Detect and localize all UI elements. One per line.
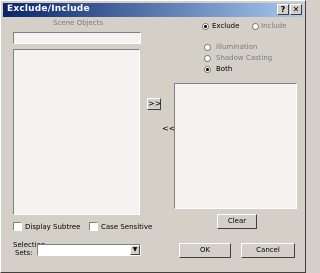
dropdown-arrow-icon[interactable]: ▼ <box>130 245 140 255</box>
shadow-casting-label: Shadow Casting <box>216 54 273 62</box>
exclude-label: Exclude <box>212 22 240 30</box>
both-radio[interactable] <box>204 66 211 73</box>
question-mark-icon: ? <box>280 5 286 14</box>
cancel-button[interactable]: Cancel <box>241 243 295 258</box>
selection-sets-label-line2: Sets: <box>15 249 33 257</box>
ok-button[interactable]: OK <box>179 243 231 258</box>
scene-objects-search-input[interactable] <box>13 32 141 44</box>
cancel-button-label: Cancel <box>256 246 280 254</box>
exclude-include-dialog: Exclude/Include ? ✕ Scene Objects >> << … <box>0 0 306 273</box>
illumination-radio[interactable] <box>204 44 211 51</box>
include-radio[interactable] <box>252 23 259 30</box>
double-chevron-right-icon: >> <box>148 99 162 108</box>
include-label: Include <box>261 22 287 30</box>
case-sensitive-label: Case Sensitive <box>101 223 153 231</box>
close-icon: ✕ <box>292 5 300 14</box>
display-subtree-checkbox[interactable] <box>13 222 22 231</box>
shadow-casting-radio[interactable] <box>204 55 211 62</box>
illumination-label: Illumination <box>216 43 258 51</box>
title-bar[interactable]: Exclude/Include ? ✕ <box>3 3 303 17</box>
display-subtree-label: Display Subtree <box>25 223 81 231</box>
case-sensitive-checkbox[interactable] <box>89 222 98 231</box>
ok-button-label: OK <box>199 246 211 254</box>
scene-objects-header: Scene Objects <box>53 19 104 27</box>
both-label: Both <box>216 65 233 73</box>
exclude-radio[interactable] <box>202 23 209 30</box>
selection-sets-dropdown[interactable]: ▼ <box>37 244 141 256</box>
window-title: Exclude/Include <box>7 4 90 14</box>
clear-button[interactable]: Clear <box>217 214 257 229</box>
move-to-right-button[interactable]: >> <box>147 98 161 110</box>
excluded-objects-list[interactable] <box>174 83 297 209</box>
close-button[interactable]: ✕ <box>290 4 302 15</box>
help-button[interactable]: ? <box>277 4 289 15</box>
scene-objects-list[interactable] <box>13 49 140 215</box>
clear-button-label: Clear <box>227 217 247 225</box>
